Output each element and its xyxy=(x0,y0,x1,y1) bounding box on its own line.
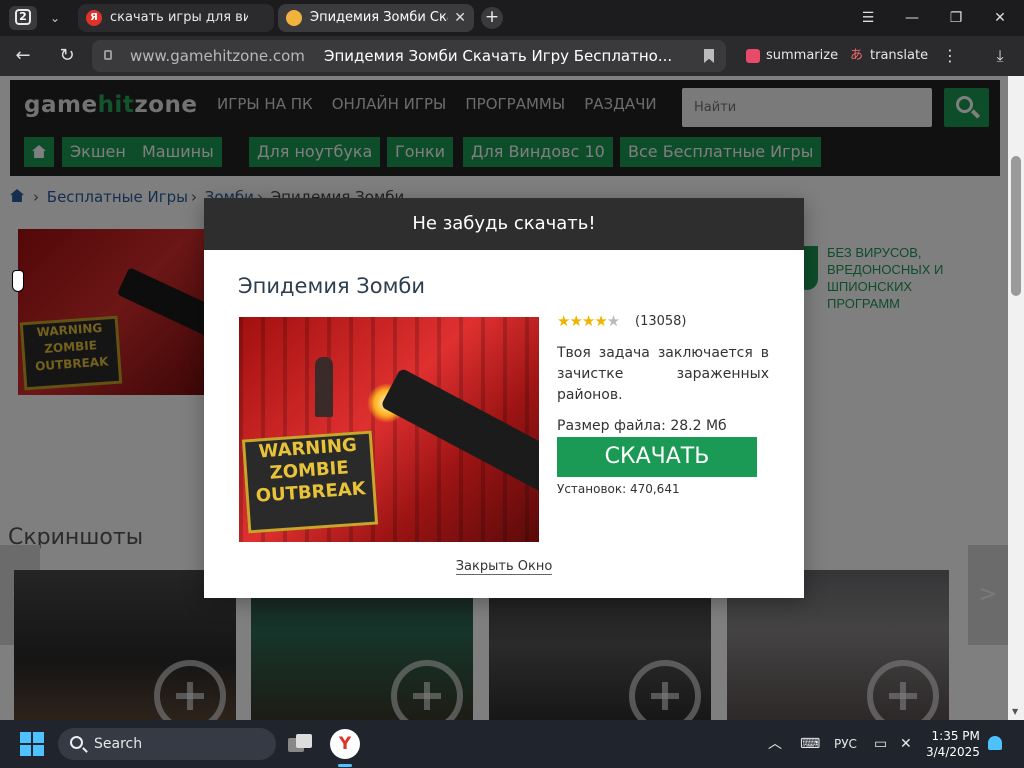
menu-icon[interactable]: ☰ xyxy=(846,0,890,36)
url-domain: www.gamehitzone.com xyxy=(130,47,305,65)
restore-button[interactable]: ❐ xyxy=(934,0,978,36)
rating-count: (13058) xyxy=(635,314,687,329)
close-window-button[interactable]: ✕ xyxy=(978,0,1022,36)
tab-title: скачать игры для виндов xyxy=(110,10,248,25)
close-tab-icon[interactable]: ✕ xyxy=(454,4,466,32)
downloads-icon[interactable]: ⤓ xyxy=(988,42,1012,70)
tab-search[interactable]: Я скачать игры для виндов xyxy=(78,4,274,32)
game-title: Эпидемия Зомби xyxy=(238,274,426,298)
close-modal-link[interactable]: Закрыть Окно xyxy=(455,559,553,575)
windows-taskbar: Search ︿ ⌨ РУС ▭ ✕ 1:35 PM 3/4/2025 xyxy=(0,720,1024,768)
site-favicon-icon xyxy=(286,10,302,26)
notification-bell-icon[interactable] xyxy=(988,736,1002,750)
yandex-browser-icon[interactable] xyxy=(330,729,360,759)
game-description: Твоя задача заключается в зачистке зараж… xyxy=(557,345,769,403)
translate-label: translate xyxy=(870,48,929,63)
task-view-icon[interactable] xyxy=(288,732,314,756)
search-icon xyxy=(70,736,83,749)
tab-active[interactable]: Эпидемия Зомби Скача ✕ xyxy=(278,4,474,32)
file-size: Размер файла: 28.2 Мб xyxy=(557,418,727,434)
back-button[interactable]: ← xyxy=(8,40,38,72)
time: 1:35 PM xyxy=(931,729,980,743)
chevron-down-icon[interactable]: ⌄ xyxy=(42,6,68,30)
star-icon: ★★★★ xyxy=(557,312,608,330)
download-reminder-modal: Не забудь скачать! Эпидемия Зомби WARNIN… xyxy=(204,198,804,598)
page-scrollbar[interactable]: ▼ xyxy=(1008,76,1024,720)
keyboard-icon[interactable]: ⌨ xyxy=(800,720,820,768)
start-tile xyxy=(33,732,44,743)
yandex-icon: Я xyxy=(86,10,102,26)
translate-icon: あ xyxy=(850,48,864,63)
modal-header: Не забудь скачать! xyxy=(204,198,804,250)
start-tile xyxy=(33,745,44,756)
lock-icon xyxy=(104,50,112,60)
address-bar-row: ← ↻ www.gamehitzone.com Эпидемия Зомби С… xyxy=(0,36,1024,76)
install-count: Установок: 470,641 xyxy=(557,482,680,496)
start-tile xyxy=(20,745,31,756)
mouse-cursor xyxy=(12,270,24,292)
scrollbar-thumb[interactable] xyxy=(1011,156,1021,296)
address-bar[interactable]: www.gamehitzone.com Эпидемия Зомби Скача… xyxy=(92,40,726,72)
windows-start-icon[interactable] xyxy=(20,732,44,756)
date: 3/4/2025 xyxy=(926,745,980,759)
zombie-figure xyxy=(315,357,333,417)
tab-count-button[interactable]: 2 xyxy=(9,6,37,30)
bookmark-icon[interactable] xyxy=(704,49,714,63)
summarize-label: summarize xyxy=(766,48,839,63)
tab-title: Эпидемия Зомби Скача xyxy=(310,10,448,25)
active-app-indicator xyxy=(338,764,352,767)
summarize-icon xyxy=(746,49,760,63)
more-options-icon[interactable]: ⋮ xyxy=(940,42,960,70)
warning-sign-graphic: WARNING ZOMBIE OUTBREAK xyxy=(241,430,379,534)
game-image: WARNING ZOMBIE OUTBREAK xyxy=(239,317,539,542)
language-indicator[interactable]: РУС xyxy=(834,720,857,768)
minimize-button[interactable]: — xyxy=(890,0,934,36)
browser-tabbar: 2 ⌄ Я скачать игры для виндов Эпидемия З… xyxy=(0,0,1024,36)
close-modal-link-wrap: Закрыть Окно xyxy=(204,559,804,575)
volume-icon[interactable]: ✕ xyxy=(900,720,912,768)
summarize-button[interactable]: summarize xyxy=(744,42,838,70)
network-icon[interactable]: ▭ xyxy=(874,720,887,768)
new-tab-button[interactable]: + xyxy=(481,7,503,29)
translate-button[interactable]: あ translate xyxy=(848,42,928,70)
url-page-title: Эпидемия Зомби Скачать Игру Бесплатно... xyxy=(324,47,673,65)
rating-stars: ★★★★★ xyxy=(557,312,620,330)
reload-button[interactable]: ↻ xyxy=(52,40,82,72)
clock[interactable]: 1:35 PM 3/4/2025 xyxy=(926,728,980,760)
start-tile xyxy=(20,732,31,743)
taskbar-search-label: Search xyxy=(94,736,143,752)
tab-count: 2 xyxy=(15,9,31,25)
chevron-up-icon[interactable]: ︿ xyxy=(768,720,782,768)
star-empty-icon: ★ xyxy=(606,312,620,330)
taskbar-search[interactable]: Search xyxy=(58,728,276,760)
task-view-pane xyxy=(296,734,312,748)
scroll-down-icon[interactable]: ▼ xyxy=(1012,707,1018,716)
download-button[interactable]: СКАЧАТЬ xyxy=(557,437,757,477)
